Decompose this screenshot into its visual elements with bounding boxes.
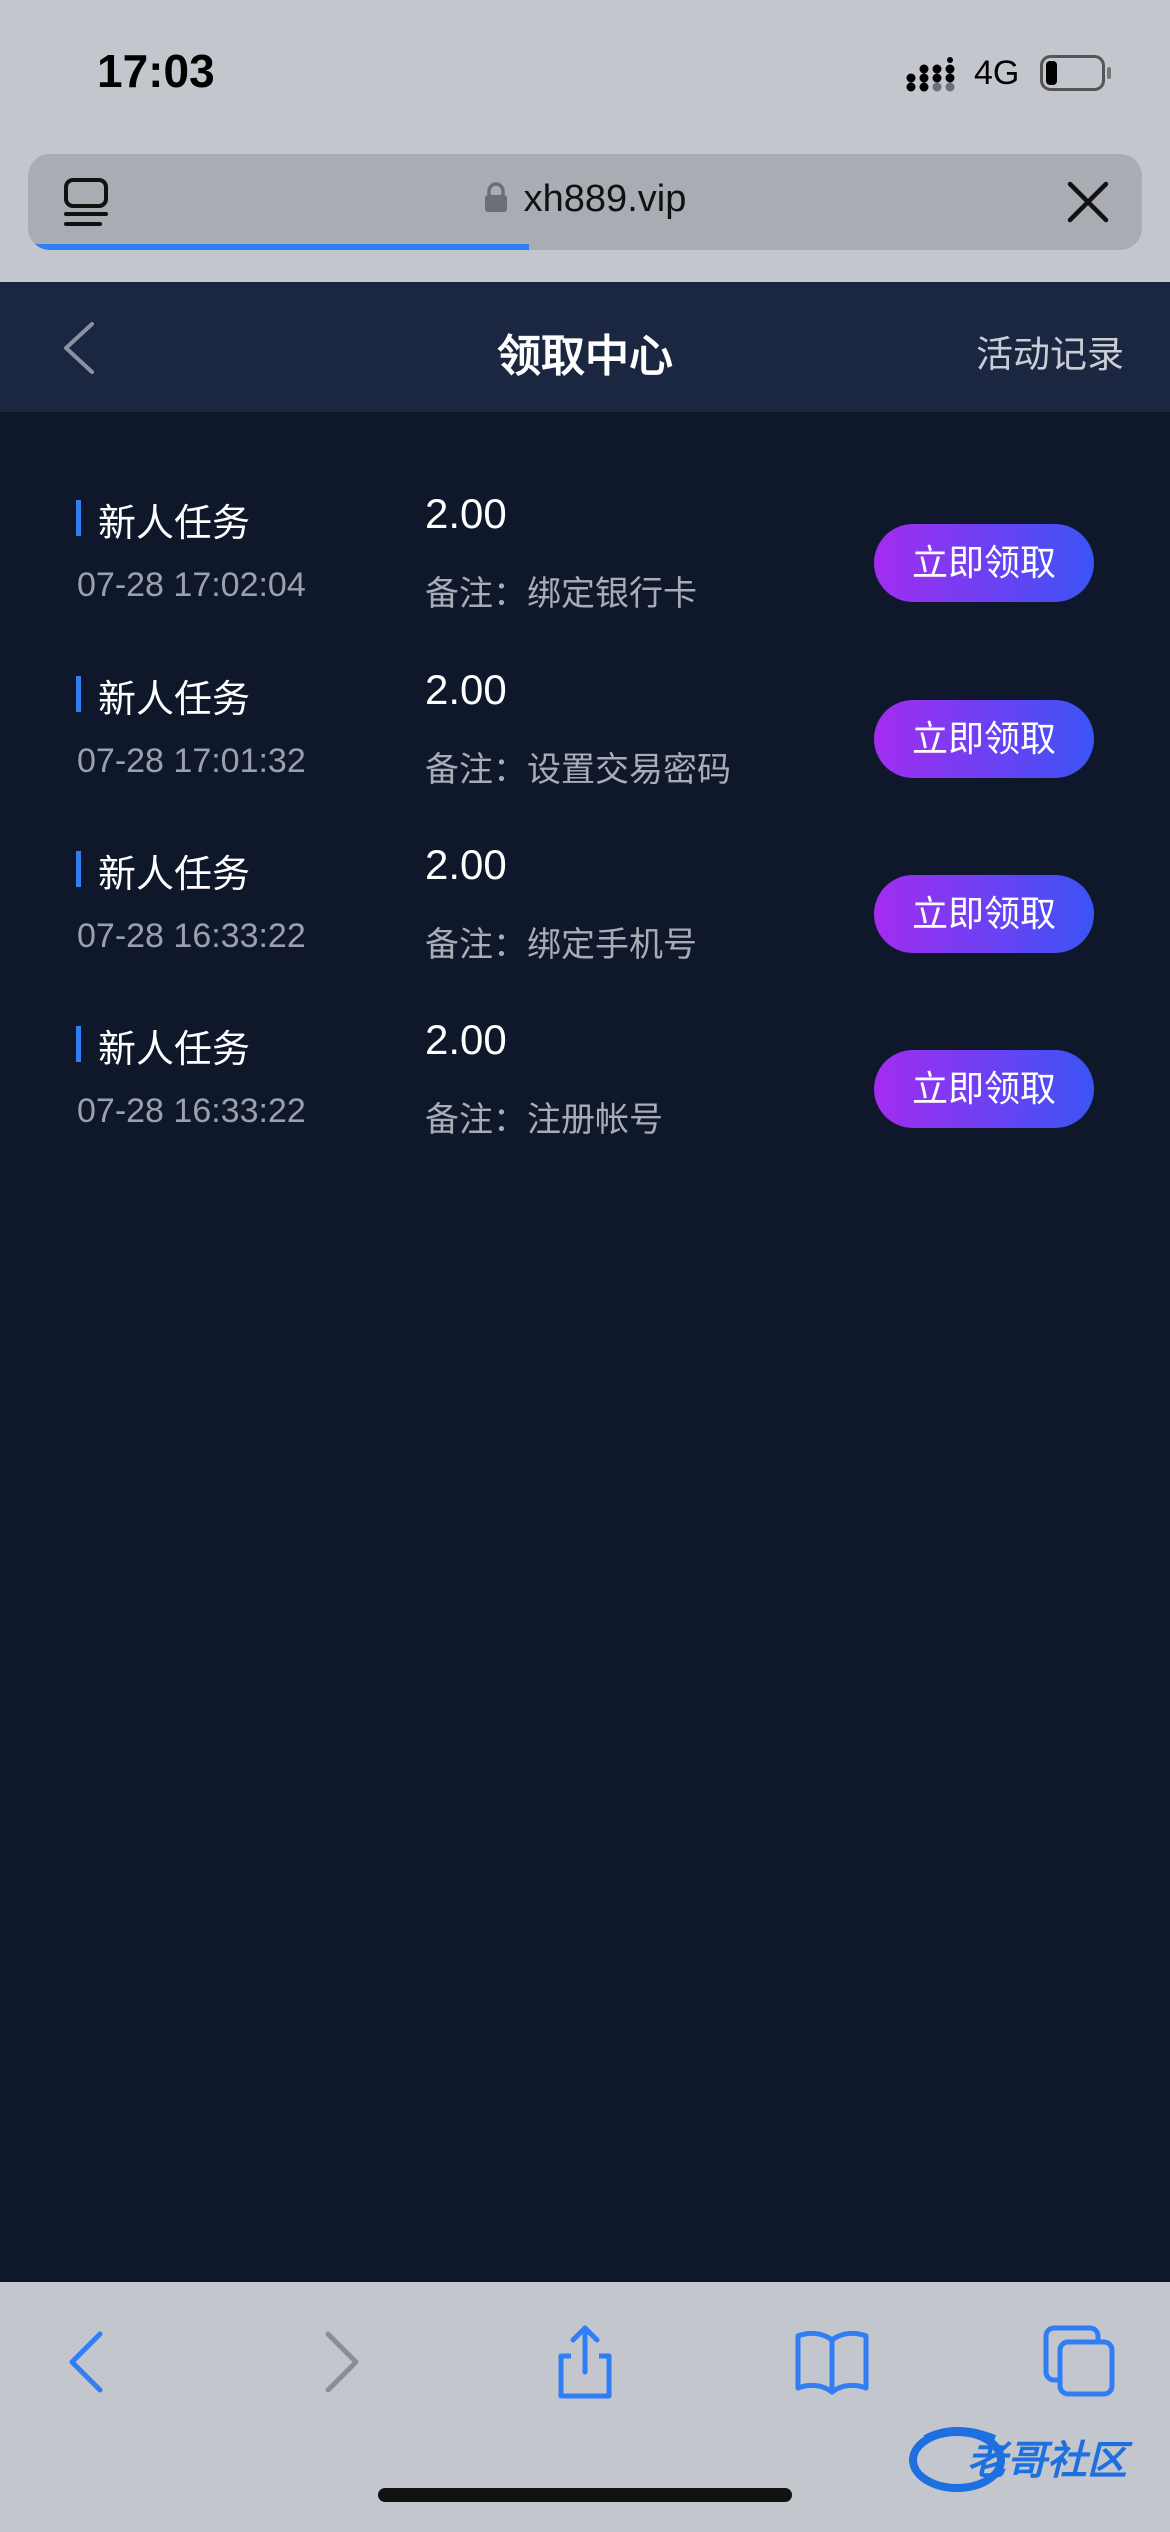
address-bar[interactable]: xh889.vip	[28, 154, 1142, 250]
task-note: 备注：注册帐号	[425, 1100, 663, 1140]
task-title: 新人任务	[98, 501, 251, 545]
forward-icon[interactable]	[300, 2322, 380, 2402]
task-accent-bar	[76, 851, 81, 887]
task-amount: 2.00	[425, 1016, 507, 1063]
status-bar: 17:03 4G	[0, 0, 1170, 150]
task-note: 备注：设置交易密码	[425, 750, 731, 790]
close-icon[interactable]	[1064, 178, 1112, 226]
back-icon[interactable]	[48, 2322, 128, 2402]
claim-button[interactable]: 立即领取	[874, 524, 1094, 602]
browser-toolbar: xh889.vip	[0, 150, 1170, 282]
task-item: 新人任务 07-28 16:33:22 2.00 备注：注册帐号 立即领取	[0, 1004, 1170, 1180]
task-title: 新人任务	[98, 852, 251, 896]
watermark-logo: 老哥社区	[909, 2427, 1133, 2492]
bookmarks-icon[interactable]	[792, 2322, 872, 2402]
task-accent-bar	[76, 676, 81, 712]
battery-icon	[1040, 55, 1111, 91]
claim-button[interactable]: 立即领取	[874, 1050, 1094, 1128]
task-note: 备注：绑定手机号	[425, 925, 697, 965]
task-time: 07-28 16:33:22	[77, 1092, 306, 1130]
task-amount: 2.00	[425, 666, 507, 713]
task-time: 07-28 17:02:04	[77, 566, 306, 604]
task-note: 备注：绑定银行卡	[425, 574, 697, 614]
task-accent-bar	[76, 500, 81, 536]
signal-icon	[906, 57, 955, 92]
page-load-progress	[28, 244, 530, 250]
task-time: 07-28 17:01:32	[77, 742, 306, 780]
tabs-icon[interactable]	[1040, 2322, 1120, 2402]
task-title: 新人任务	[98, 1027, 251, 1071]
task-item: 新人任务 07-28 16:33:22 2.00 备注：绑定手机号 立即领取	[0, 829, 1170, 1005]
claim-button[interactable]: 立即领取	[874, 875, 1094, 953]
task-title: 新人任务	[98, 677, 251, 721]
task-amount: 2.00	[425, 490, 507, 537]
task-item: 新人任务 07-28 17:02:04 2.00 备注：绑定银行卡 立即领取	[0, 478, 1170, 654]
claim-button[interactable]: 立即领取	[874, 700, 1094, 778]
home-indicator[interactable]	[378, 2488, 792, 2502]
network-type: 4G	[974, 54, 1020, 92]
task-item: 新人任务 07-28 17:01:32 2.00 备注：设置交易密码 立即领取	[0, 654, 1170, 830]
app-header: 领取中心 活动记录	[0, 282, 1170, 412]
url-display[interactable]: xh889.vip	[28, 178, 1142, 221]
url-text: xh889.vip	[523, 178, 687, 220]
lock-icon	[484, 182, 507, 212]
task-accent-bar	[76, 1026, 81, 1062]
svg-text:老哥社区: 老哥社区	[967, 2438, 1133, 2484]
share-icon[interactable]	[545, 2322, 625, 2402]
activity-records-link[interactable]: 活动记录	[976, 324, 1124, 378]
status-time: 17:03	[97, 45, 215, 97]
task-amount: 2.00	[425, 841, 507, 888]
task-time: 07-28 16:33:22	[77, 917, 306, 955]
